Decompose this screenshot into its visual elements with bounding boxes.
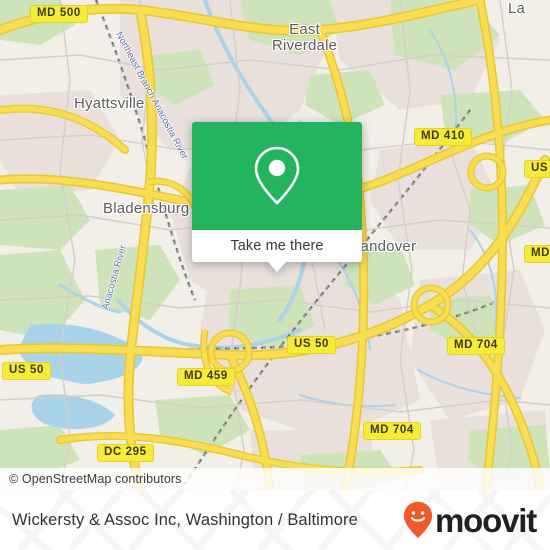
road-shield-md-410: MD 410 — [414, 128, 472, 146]
road-shield-us-50-center: US 50 — [287, 336, 336, 354]
moovit-logo[interactable]: moovit — [403, 501, 550, 539]
poi-callout-card[interactable]: Take me there — [192, 122, 362, 272]
road-shield-us-50-left: US 50 — [2, 362, 51, 380]
poi-card-action-bar[interactable]: Take me there — [192, 230, 362, 272]
take-me-there-button[interactable]: Take me there — [230, 238, 323, 254]
page-title: Wickersty & Assoc Inc, Washington / Balt… — [12, 510, 358, 529]
road-shield-md-right-edge: MD — [524, 245, 550, 263]
footer-bar: Wickersty & Assoc Inc, Washington / Balt… — [0, 490, 550, 550]
road-shield-md-704-lower: MD 704 — [363, 422, 421, 440]
road-shield-md-500: MD 500 — [30, 5, 88, 23]
road-shield-md-459: MD 459 — [177, 368, 235, 386]
poi-card-header — [192, 122, 362, 230]
road-shield-dc-295: DC 295 — [97, 444, 154, 462]
openstreetmap-attribution[interactable]: © OpenStreetMap contributors — [0, 472, 182, 486]
map-pin-icon — [254, 146, 300, 205]
road-shield-md-704-upper: MD 704 — [447, 337, 505, 355]
moovit-wordmark: moovit — [435, 501, 537, 539]
map-attribution-bar: © OpenStreetMap contributors — [0, 468, 550, 490]
poi-card-tail — [268, 262, 286, 272]
road-shield-us-5-right-edge: US 5 — [524, 160, 550, 178]
moovit-smiley-pin-icon — [403, 501, 433, 538]
map-share-screenshot: Hyattsville East Riverdale Bladensburg L… — [0, 0, 550, 550]
map-canvas[interactable]: Hyattsville East Riverdale Bladensburg L… — [0, 0, 550, 490]
